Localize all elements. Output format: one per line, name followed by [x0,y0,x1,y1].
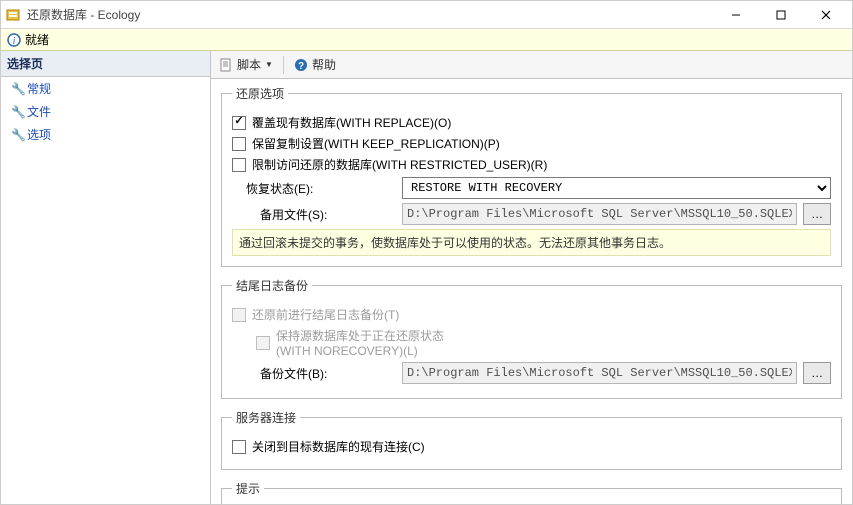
info-icon: i [7,33,21,47]
standby-browse-button[interactable]: … [803,203,831,225]
recovery-info: 通过回滚未提交的事务，使数据库处于可以使用的状态。无法还原其他事务日志。 [232,229,831,256]
sidebar-header: 选择页 [1,51,210,77]
recovery-state-label: 恢复状态(E): [232,180,402,197]
close-connections-checkbox[interactable] [232,440,246,454]
tail-log-legend: 结尾日志备份 [232,277,312,294]
help-button[interactable]: ? 帮助 [294,56,336,73]
chevron-down-icon: ▼ [265,60,273,69]
svg-text:i: i [13,36,16,47]
backup-file-input [402,362,797,384]
norecovery-label-2: (WITH NORECOVERY)(L) [276,344,418,358]
restore-options-group: 还原选项 覆盖现有数据库(WITH REPLACE)(O) 保留复制设置(WIT… [221,85,842,267]
wrench-icon: 🔧 [11,82,23,96]
restore-options-legend: 还原选项 [232,85,288,102]
keep-replication-label: 保留复制设置(WITH KEEP_REPLICATION)(P) [252,135,500,152]
app-icon [5,7,21,23]
wrench-icon: 🔧 [11,128,23,142]
prompt-legend: 提示 [232,480,264,497]
restricted-user-checkbox[interactable] [232,158,246,172]
sidebar: 选择页 🔧 常规 🔧 文件 🔧 选项 [1,51,211,504]
backup-file-label: 备份文件(B): [232,365,402,382]
prompt-group: 提示 还原每个备份前提示(M) i "全文升级"服务器属性控制是否为还原的数据库… [221,480,842,504]
sidebar-item-label: 文件 [27,103,51,120]
close-connections-label: 关闭到目标数据库的现有连接(C) [252,438,425,455]
wrench-icon: 🔧 [11,105,23,119]
overwrite-checkbox[interactable] [232,116,246,130]
recovery-state-select[interactable]: RESTORE WITH RECOVERY [402,177,831,199]
sidebar-item-options[interactable]: 🔧 选项 [1,123,210,146]
script-icon [219,58,233,72]
svg-text:?: ? [298,61,304,72]
script-button[interactable]: 脚本 ▼ [219,56,273,73]
backup-browse-button[interactable]: … [803,362,831,384]
tail-backup-label: 还原前进行结尾日志备份(T) [252,306,399,323]
minimize-button[interactable] [713,2,758,28]
tail-log-group: 结尾日志备份 还原前进行结尾日志备份(T) 保持源数据库处于正在还原状态 (WI… [221,277,842,399]
norecovery-label-1: 保持源数据库处于正在还原状态 [276,329,444,343]
overwrite-label: 覆盖现有数据库(WITH REPLACE)(O) [252,114,451,131]
tail-backup-checkbox [232,308,246,322]
status-bar: i 就绪 [1,29,852,51]
restricted-user-label: 限制访问还原的数据库(WITH RESTRICTED_USER)(R) [252,156,547,173]
maximize-button[interactable] [758,2,803,28]
close-button[interactable] [803,2,848,28]
standby-file-input [402,203,797,225]
titlebar: 还原数据库 - Ecology [1,1,852,29]
sidebar-item-label: 常规 [27,80,51,97]
help-icon: ? [294,58,308,72]
sidebar-item-label: 选项 [27,126,51,143]
keep-replication-checkbox[interactable] [232,137,246,151]
sidebar-item-general[interactable]: 🔧 常规 [1,77,210,100]
status-text: 就绪 [25,31,49,48]
norecovery-checkbox [256,336,270,350]
toolbar: 脚本 ▼ ? 帮助 [211,51,852,79]
help-label: 帮助 [312,56,336,73]
server-connection-group: 服务器连接 关闭到目标数据库的现有连接(C) [221,409,842,470]
window-title: 还原数据库 - Ecology [27,6,713,23]
standby-file-label: 备用文件(S): [232,206,402,223]
server-connection-legend: 服务器连接 [232,409,300,426]
script-label: 脚本 [237,56,261,73]
toolbar-separator [283,56,284,74]
sidebar-item-files[interactable]: 🔧 文件 [1,100,210,123]
